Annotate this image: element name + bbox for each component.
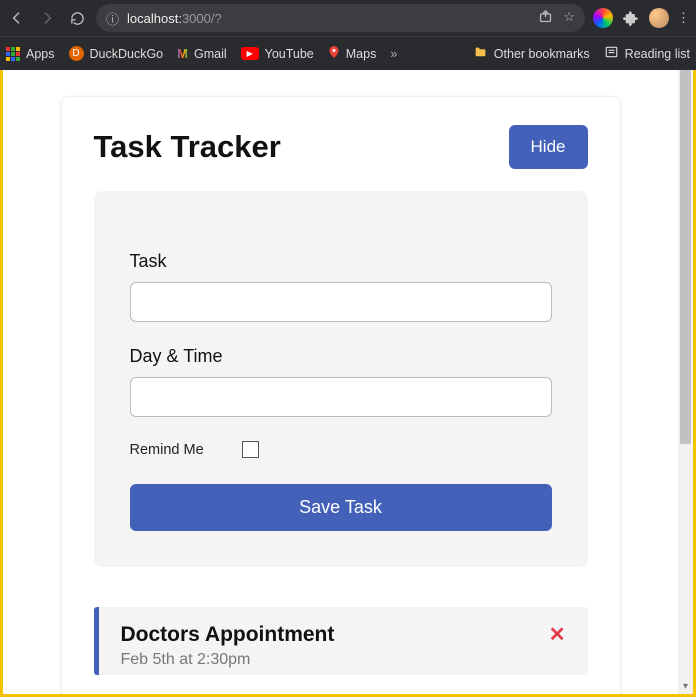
maps-icon [328,44,340,63]
bookmarks-overflow-icon[interactable]: » [390,47,397,61]
task-label: Task [130,251,552,272]
delete-task-icon[interactable]: ✕ [549,625,566,645]
reading-list[interactable]: Reading list [604,45,690,62]
extension-color-icon[interactable] [593,8,613,28]
site-info-icon[interactable]: ⓘ [106,9,119,28]
daytime-input[interactable] [130,377,552,417]
scrollbar[interactable]: ▾ [678,70,693,694]
url-text: localhost:3000/? [127,11,222,26]
back-button[interactable] [6,7,28,29]
folder-icon [473,46,488,62]
remind-checkbox[interactable] [242,441,259,458]
address-bar[interactable]: ⓘ localhost:3000/? ☆ [96,4,585,32]
duckduckgo-icon: D [69,46,84,61]
reload-button[interactable] [66,7,88,29]
apps-icon [6,47,20,61]
save-task-button[interactable]: Save Task [130,484,552,531]
bookmark-maps[interactable]: Maps [328,44,377,63]
app-container: Task Tracker Hide Task Day & Time Remind… [61,96,621,694]
task-item-time: Feb 5th at 2:30pm [121,651,335,669]
app-title: Task Tracker [94,129,281,165]
forward-button[interactable] [36,7,58,29]
toggle-form-button[interactable]: Hide [509,125,588,169]
profile-avatar[interactable] [649,8,669,28]
share-icon[interactable] [538,9,553,27]
bookmark-duckduckgo[interactable]: D DuckDuckGo [69,46,164,61]
browser-toolbar: ⓘ localhost:3000/? ☆ ⋮ [0,0,696,36]
scroll-down-arrow[interactable]: ▾ [678,679,693,694]
gmail-icon: M [177,46,188,61]
browser-chrome: ⓘ localhost:3000/? ☆ ⋮ Apps D DuckDuckGo… [0,0,696,70]
bookmark-star-icon[interactable]: ☆ [563,9,575,27]
bookmarks-bar: Apps D DuckDuckGo M Gmail ▶ YouTube Maps… [0,36,696,70]
task-item-title: Doctors Appointment [121,623,335,647]
bookmark-apps[interactable]: Apps [6,47,55,61]
reading-list-icon [604,45,619,62]
daytime-label: Day & Time [130,346,552,367]
app-header: Task Tracker Hide [94,125,588,169]
task-input[interactable] [130,282,552,322]
page-viewport: Task Tracker Hide Task Day & Time Remind… [0,70,696,697]
bookmark-gmail[interactable]: M Gmail [177,46,227,61]
add-task-form: Task Day & Time Remind Me Save Task [94,191,588,567]
bookmark-youtube[interactable]: ▶ YouTube [241,47,314,61]
remind-label: Remind Me [130,442,204,458]
scrollbar-thumb[interactable] [680,70,691,444]
extensions-icon[interactable] [621,8,641,28]
other-bookmarks[interactable]: Other bookmarks [473,45,590,62]
browser-menu-icon[interactable]: ⋮ [677,10,690,26]
youtube-icon: ▶ [241,47,259,60]
task-item[interactable]: Doctors Appointment Feb 5th at 2:30pm ✕ [94,607,588,675]
